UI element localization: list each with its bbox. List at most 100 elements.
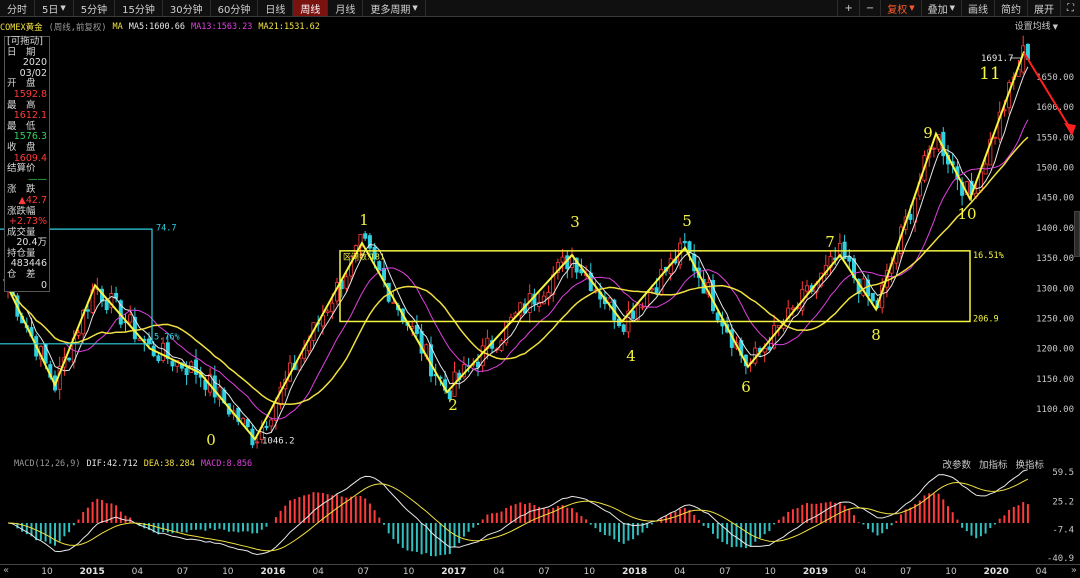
candle-body [363, 233, 368, 239]
wave-number-label: 1 [359, 211, 369, 229]
period-tab[interactable]: 分时 [0, 0, 35, 16]
draw-line-button[interactable]: 画线 [961, 0, 994, 16]
period-tab-label: 30分钟 [169, 4, 203, 16]
candle-body [184, 368, 189, 376]
candle-body [640, 306, 645, 309]
macd-chart[interactable]: 59.5 25.2 -7.4 -40.9 [0, 456, 1080, 564]
ma13-value: MA13:1563.23 [191, 21, 253, 32]
fuquan-label: 复权 [887, 4, 908, 16]
candle-body [377, 261, 382, 271]
time-tick-label: 10 [41, 567, 53, 577]
macd-tick-label: 25.2 [1052, 497, 1074, 507]
candle-body [76, 332, 81, 336]
time-tick-label: 07 [357, 567, 370, 577]
candle-body [654, 287, 659, 294]
candle-body [993, 136, 998, 139]
panel-drag-header[interactable]: [可拖动] [5, 36, 49, 48]
dea-line [7, 478, 1029, 552]
trend-arrow-line [1023, 52, 1073, 132]
candle-body [170, 360, 175, 367]
candle-body [85, 309, 90, 312]
wave-number-label: 7 [825, 233, 835, 251]
ma-settings-label: 设置均线 [1014, 22, 1051, 32]
time-tick-label: 2016 [260, 567, 286, 577]
time-tick-label: 10 [222, 567, 234, 577]
quote-field-label: 收 盘 [7, 141, 36, 153]
price-tick-label: 1350.00 [1036, 254, 1074, 264]
chevron-down-icon: ▼ [1052, 23, 1058, 31]
period-tab[interactable]: 15分钟 [115, 0, 163, 16]
period-tab[interactable]: 5日 ▼ [35, 0, 74, 16]
chevron-down-icon: ▼ [412, 4, 418, 12]
range-count-label: 区间数:181 [343, 251, 385, 261]
price-tick-label: 1500.00 [1036, 164, 1074, 174]
price-tick-label: 1250.00 [1036, 314, 1074, 324]
time-axis: « » 10 2015 04 07 10 2016 04 07 10 2017 04 07 10 2018… [0, 564, 1080, 578]
zoom-in-button[interactable]: + [837, 0, 858, 16]
quote-info-panel[interactable]: [可拖动] 日 期 2020 03/02 开 盘 1592.8 最 高 1612.1 最 低1… [4, 36, 50, 293]
period-tab[interactable]: 60分钟 [211, 0, 259, 16]
ma5-value: MA5:1600.66 [128, 21, 185, 32]
candle-body [621, 324, 626, 332]
price-tick-label: 1200.00 [1036, 345, 1074, 355]
ma-settings-button[interactable]: 设置均线 ▼ [1015, 19, 1058, 32]
time-tick-label: 04 [131, 567, 144, 577]
wave-number-label: 5 [682, 212, 692, 230]
period-tab-label: 周线 [300, 4, 321, 16]
candle-body [908, 213, 913, 220]
price-tick-label: 1450.00 [1036, 194, 1074, 204]
wave-number-label: 2 [448, 396, 458, 414]
time-tick-label: 07 [900, 567, 912, 577]
period-tab[interactable]: 5分钟 [74, 0, 116, 16]
period-tab[interactable]: 日线 [258, 0, 294, 16]
period-tab[interactable]: 周线 [293, 0, 329, 16]
period-tab[interactable]: 更多周期 ▼ [363, 0, 426, 16]
period-tab-label: 15分钟 [122, 4, 155, 16]
macd-tick-label: -7.4 [1052, 525, 1074, 535]
candle-body [414, 324, 419, 334]
measure-top-label: 74.7 [156, 223, 176, 233]
candle-body [560, 256, 565, 263]
low-price-label: 1046.2 [262, 436, 295, 446]
symbol-name: COMEX黄金 [0, 22, 43, 33]
quote-field-value: 0 [40, 279, 47, 291]
period-tab-label: 60分钟 [217, 4, 251, 16]
candle-body [269, 419, 274, 427]
candle-body [344, 276, 349, 289]
candlestick-chart[interactable]: 1650.001600.001550.001500.001450.001400.… [0, 34, 1080, 454]
high-price-label: 1691.7 [981, 54, 1014, 64]
expand-button[interactable]: 展开 [1027, 0, 1060, 16]
period-tab-label: 更多周期 [370, 4, 411, 16]
time-tick-label: 04 [1035, 567, 1048, 577]
chevron-down-icon: ▼ [60, 4, 66, 12]
zoom-out-button[interactable]: − [858, 0, 880, 16]
time-tick-label: 2020 [983, 567, 1009, 577]
time-tick-label: 10 [402, 567, 415, 577]
scroll-right-icon[interactable]: » [1071, 565, 1077, 576]
candle-body [273, 401, 278, 421]
simple-mode-button[interactable]: 简约 [994, 0, 1027, 16]
period-tab-label: 月线 [335, 4, 356, 16]
range-rectangle [339, 250, 971, 323]
side-collapse-handle[interactable] [1074, 211, 1080, 257]
wave-number-label: 0 [206, 431, 216, 449]
wave-number-label: 10 [957, 205, 976, 223]
ma21-value: MA21:1531.62 [258, 21, 320, 32]
overlay-button[interactable]: 叠加 ▼ [920, 0, 961, 16]
measure-percent-label: 5.76% [154, 333, 180, 343]
time-tick-label: 10 [764, 567, 776, 577]
candle-body [715, 312, 720, 321]
candle-body [330, 302, 335, 313]
fullscreen-icon[interactable]: ⛶ [1060, 0, 1080, 16]
macd-tick-label: -40.9 [1047, 554, 1074, 564]
fuquan-button[interactable]: 复权 ▼ [880, 0, 920, 16]
price-tick-label: 1550.00 [1036, 133, 1074, 143]
candle-body [146, 338, 151, 344]
period-tab[interactable]: 月线 [328, 0, 364, 16]
wave-number-label: 9 [923, 124, 933, 142]
period-tab[interactable]: 30分钟 [163, 0, 211, 16]
scroll-left-icon[interactable]: « [3, 565, 9, 576]
time-tick-label: 04 [312, 567, 324, 577]
candle-body [128, 314, 133, 323]
candle-body [264, 425, 269, 429]
